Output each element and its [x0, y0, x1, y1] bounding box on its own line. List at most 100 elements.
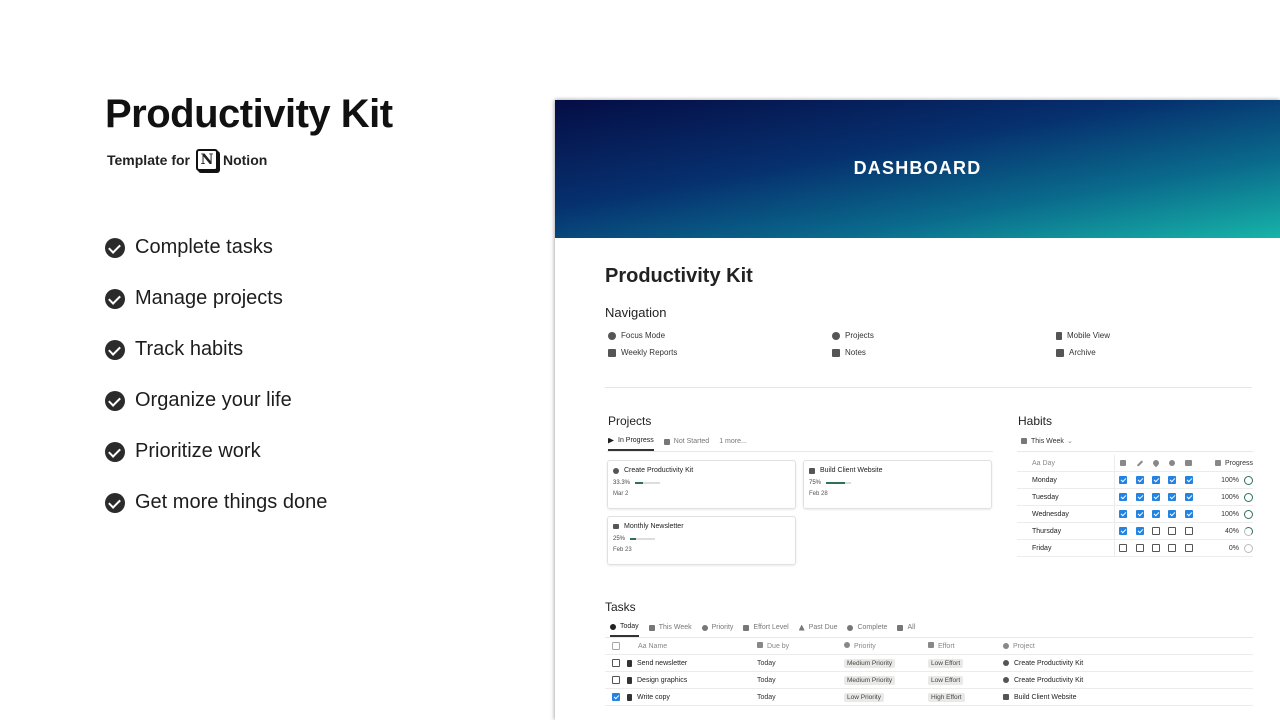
check-circle-icon	[105, 237, 125, 258]
tab-more[interactable]: 1 more...	[719, 437, 747, 451]
tab-not-started[interactable]: Not Started	[663, 437, 710, 451]
habit-day: Thursday	[1017, 523, 1115, 539]
progress-bar-fill	[635, 482, 644, 484]
habit-checkbox[interactable]	[1135, 476, 1144, 484]
tab-past-due[interactable]: Past Due	[798, 623, 837, 637]
tab-complete[interactable]: Complete	[847, 623, 887, 637]
page-title: Productivity Kit	[605, 265, 753, 287]
nav-link-focus-mode[interactable]: Focus Mode	[608, 331, 665, 340]
column-header-effort: Effort	[928, 642, 1003, 650]
task-project[interactable]: Create Productivity Kit	[1003, 660, 1253, 667]
tab-this-week[interactable]: This Week ⌄	[1021, 437, 1073, 450]
column-header-progress: Progress	[1197, 460, 1253, 467]
warning-icon	[798, 624, 805, 631]
habit-checkbox[interactable]	[1119, 527, 1128, 535]
project-progress: 33.3%	[613, 480, 790, 486]
habit-checkbox[interactable]	[1184, 510, 1193, 518]
project-card[interactable]: Create Productivity Kit 33.3% Mar 2	[607, 460, 796, 509]
checkbox-column-icon	[605, 642, 627, 650]
project-card-title: Create Productivity Kit	[613, 467, 790, 474]
tab-today[interactable]: Today	[610, 623, 639, 637]
habit-checkbox[interactable]	[1151, 544, 1160, 552]
feature-label: Track habits	[135, 338, 244, 360]
habit-checkbox[interactable]	[1151, 510, 1160, 518]
nav-link-projects[interactable]: Projects	[832, 331, 874, 340]
habit-checkbox[interactable]	[1119, 510, 1128, 518]
habit-checkbox[interactable]	[1168, 527, 1177, 535]
project-card-title-text: Create Productivity Kit	[624, 467, 694, 474]
alert-icon	[701, 624, 708, 631]
tab-in-progress[interactable]: In Progress	[608, 437, 654, 451]
habit-checkbox[interactable]	[1184, 493, 1193, 501]
nav-link-archive[interactable]: Archive	[1056, 348, 1096, 357]
habit-checkbox[interactable]	[1135, 510, 1144, 518]
habit-checkbox[interactable]	[1168, 476, 1177, 484]
tasks-table: Aa Name Due by Priority Effort Project S…	[605, 638, 1253, 706]
progress-bar	[635, 482, 661, 484]
tab-all[interactable]: All	[897, 623, 915, 637]
tab-underline	[1017, 451, 1253, 452]
habit-checkbox[interactable]	[1135, 527, 1144, 535]
column-header-due: Due by	[757, 642, 844, 650]
habits-heading: Habits	[1018, 414, 1053, 428]
habit-checkbox[interactable]	[1119, 476, 1128, 484]
nav-link-notes[interactable]: Notes	[832, 348, 866, 357]
nav-link-label: Projects	[845, 331, 874, 340]
column-header-effort-label: Effort	[938, 643, 955, 650]
tasks-heading: Tasks	[605, 600, 636, 614]
habit-checkbox[interactable]	[1168, 544, 1177, 552]
project-progress-label: 33.3%	[613, 480, 631, 486]
task-name[interactable]: Design graphics	[627, 676, 757, 684]
habit-checkbox[interactable]	[1184, 527, 1193, 535]
tasks-view-tabs: Today This Week Priority Effort Level Pa…	[610, 623, 925, 637]
task-project[interactable]: Create Productivity Kit	[1003, 677, 1253, 684]
task-project[interactable]: Build Client Website	[1003, 694, 1253, 701]
task-checkbox[interactable]	[612, 676, 620, 684]
check-circle-icon	[105, 339, 125, 360]
habit-checkbox[interactable]	[1119, 493, 1128, 501]
effort-tag: Low Effort	[928, 658, 964, 668]
tab-this-week[interactable]: This Week	[648, 623, 692, 637]
habit-checkbox[interactable]	[1135, 493, 1144, 501]
task-checkbox[interactable]	[612, 659, 620, 667]
tab-label: This Week	[658, 624, 692, 631]
project-progress-label: 75%	[809, 480, 822, 486]
habit-checkbox[interactable]	[1151, 476, 1160, 484]
habit-progress-label: 100%	[1221, 510, 1240, 518]
tab-label: All	[907, 624, 916, 631]
pin-icon	[613, 467, 619, 474]
habit-checkbox[interactable]	[1184, 544, 1193, 552]
habit-checkbox[interactable]	[1168, 510, 1177, 518]
cover-title: DASHBOARD	[853, 158, 982, 178]
task-name[interactable]: Send newsletter	[627, 659, 757, 667]
feature-item: Prioritize work	[105, 426, 327, 477]
tab-priority[interactable]: Priority	[701, 623, 733, 637]
nav-link-weekly-reports[interactable]: Weekly Reports	[608, 348, 677, 357]
project-card[interactable]: Monthly Newsletter 25% Feb 23	[607, 516, 796, 565]
progress-bar-fill	[826, 482, 845, 484]
project-card-title-text: Monthly Newsletter	[624, 523, 684, 530]
task-name[interactable]: Write copy	[627, 693, 757, 701]
habit-checkbox[interactable]	[1168, 493, 1177, 501]
nav-link-label: Notes	[845, 348, 866, 357]
habit-checkbox[interactable]	[1119, 544, 1128, 552]
habits-table: Aa Day Progress Monday 100% Tuesday 100%	[1017, 455, 1254, 557]
mail-icon	[613, 524, 619, 529]
tab-label: 1 more...	[719, 438, 747, 445]
habit-checkbox[interactable]	[1135, 544, 1144, 552]
habit-checkbox[interactable]	[1184, 476, 1193, 484]
project-card[interactable]: Build Client Website 75% Feb 28	[803, 460, 992, 509]
task-checkbox[interactable]	[612, 693, 620, 701]
column-header-project: Project	[1003, 643, 1253, 650]
habit-checkbox[interactable]	[1151, 493, 1160, 501]
nav-link-mobile-view[interactable]: Mobile View	[1056, 331, 1110, 340]
alert-icon	[844, 642, 850, 648]
tab-underline	[607, 451, 993, 452]
calendar-icon	[648, 624, 655, 631]
tab-label: Not Started	[673, 438, 710, 445]
tab-effort-level[interactable]: Effort Level	[743, 623, 789, 637]
habit-progress-label: 100%	[1221, 493, 1240, 501]
feature-item: Complete tasks	[105, 222, 327, 273]
habit-day: Friday	[1017, 540, 1115, 556]
habit-checkbox[interactable]	[1151, 527, 1160, 535]
